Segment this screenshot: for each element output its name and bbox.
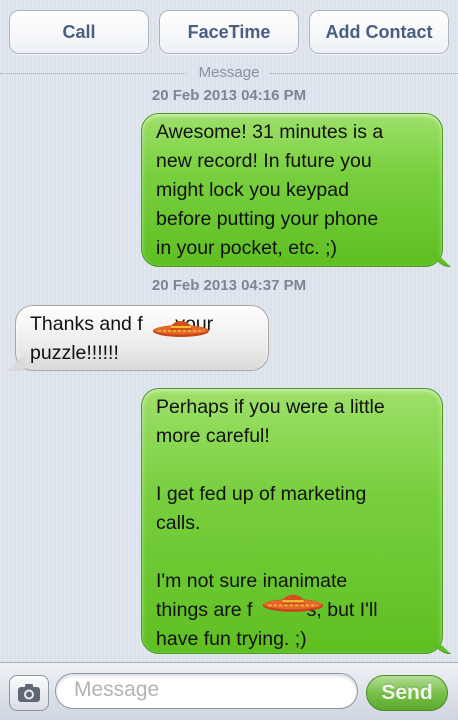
thread-divider: Message bbox=[0, 63, 458, 83]
message-line: have fun trying. ;) bbox=[156, 628, 307, 650]
outgoing-message-bubble[interactable]: Perhaps if you were a little more carefu… bbox=[141, 388, 443, 654]
camera-button[interactable] bbox=[9, 675, 49, 711]
message-line: calls. bbox=[156, 512, 201, 534]
timestamp: 20 Feb 2013 04:16 PM bbox=[151, 87, 307, 104]
message-line bbox=[156, 451, 428, 480]
outgoing-message-bubble[interactable]: Awesome! 31 minutes is a new record! In … bbox=[141, 113, 443, 267]
message-input[interactable]: Message bbox=[55, 673, 358, 709]
contact-actions-bar: Call FaceTime Add Contact bbox=[0, 0, 458, 70]
message-line: puzzle!!!!!! bbox=[30, 342, 119, 364]
message-line: Awesome! 31 minutes is a bbox=[156, 121, 384, 143]
camera-icon bbox=[18, 684, 40, 702]
message-line: in your pocket, etc. ;) bbox=[156, 237, 337, 259]
message-line: before putting your phone bbox=[156, 208, 379, 230]
message-line: Thanks and f your bbox=[30, 313, 214, 335]
facetime-button[interactable]: FaceTime bbox=[159, 10, 299, 54]
send-button[interactable]: Send bbox=[366, 675, 448, 711]
add-contact-button[interactable]: Add Contact bbox=[309, 10, 449, 54]
call-button[interactable]: Call bbox=[9, 10, 149, 54]
incoming-message-bubble[interactable]: Thanks and f your puzzle!!!!!! bbox=[15, 305, 269, 371]
message-line: more careful! bbox=[156, 425, 270, 447]
timestamp: 20 Feb 2013 04:37 PM bbox=[151, 277, 307, 294]
message-line: I get fed up of marketing bbox=[156, 483, 367, 505]
compose-bar: Message Send bbox=[0, 662, 458, 720]
message-line: might lock you keypad bbox=[156, 179, 349, 201]
message-line: new record! In future you bbox=[156, 150, 372, 172]
message-line bbox=[156, 538, 428, 567]
sombrero-censor-icon bbox=[262, 594, 324, 612]
message-line: Perhaps if you were a little bbox=[156, 396, 385, 418]
divider-line-right bbox=[270, 73, 458, 74]
sombrero-censor-icon bbox=[153, 321, 209, 337]
